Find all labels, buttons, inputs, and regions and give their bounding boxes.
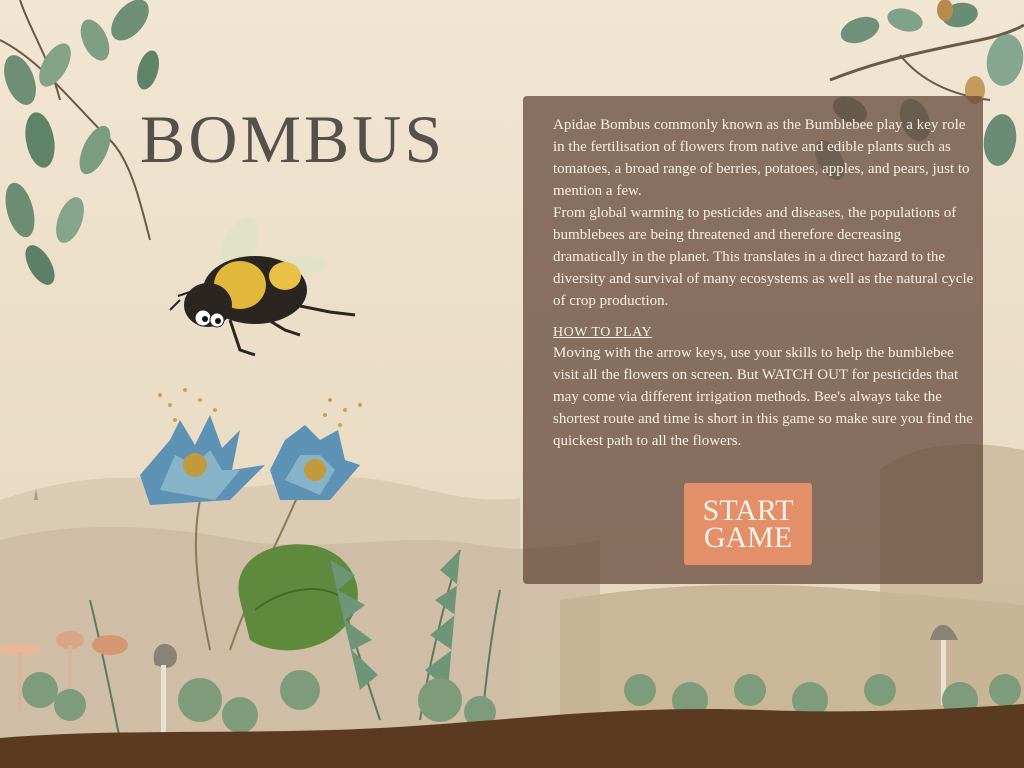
intro-paragraph-2: From global warming to pesticides and di…: [553, 205, 974, 309]
info-panel: Apidae Bombus commonly known as the Bumb…: [523, 96, 983, 584]
game-title: BOMBUS: [140, 101, 446, 177]
intro-paragraph-1: Apidae Bombus commonly known as the Bumb…: [553, 117, 970, 199]
start-game-button[interactable]: START GAME: [684, 483, 812, 565]
how-to-play-text: Moving with the arrow keys, use your ski…: [553, 345, 973, 449]
how-to-play-heading: HOW TO PLAY: [553, 325, 653, 340]
start-button-line-1: START: [702, 494, 794, 527]
start-button-line-2: GAME: [703, 521, 793, 554]
